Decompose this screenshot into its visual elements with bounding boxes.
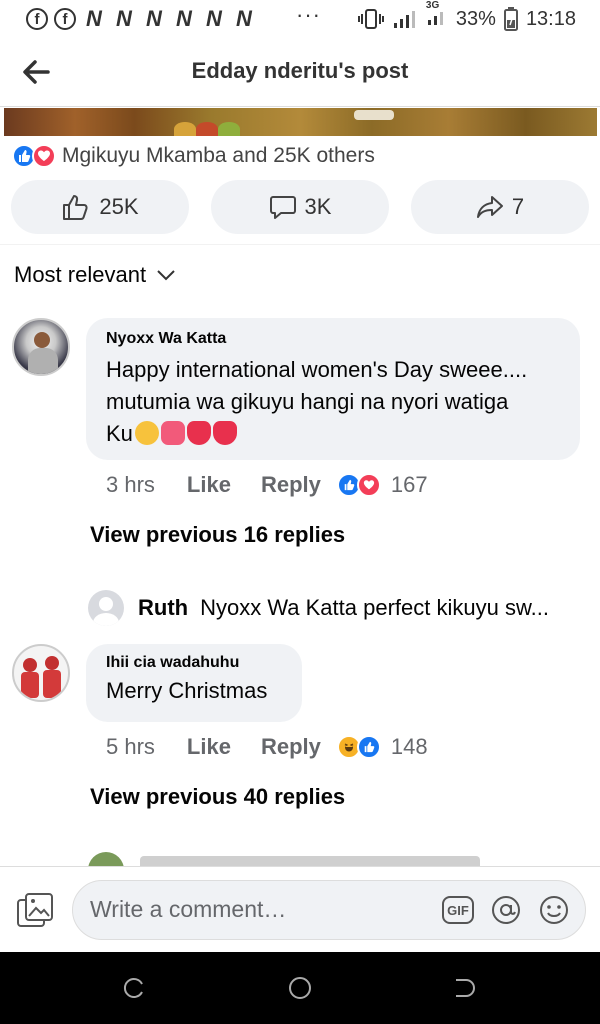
comment-bubble[interactable]: Ihii cia wadahuhu Merry Christmas bbox=[86, 644, 302, 722]
comment-reaction-count: 148 bbox=[390, 734, 428, 759]
two-hearts-emoji-icon bbox=[212, 421, 237, 445]
netflix-notification-icon: N bbox=[206, 6, 222, 31]
netflix-notification-icon: N bbox=[86, 6, 102, 31]
rofl-emoji-icon bbox=[134, 421, 159, 445]
battery-percent: 33% bbox=[455, 7, 496, 30]
recent-apps-button[interactable] bbox=[122, 976, 146, 1005]
commenter-avatar[interactable] bbox=[12, 318, 70, 376]
netflix-notification-icon: N bbox=[116, 6, 132, 31]
comment-meta: 3 hrs Like Reply 167 bbox=[106, 472, 428, 498]
comment-text: Merry Christmas bbox=[106, 678, 268, 703]
comment-bubble-icon bbox=[269, 196, 296, 219]
two-hearts-emoji-icon bbox=[186, 421, 211, 445]
gif-button[interactable]: GIF bbox=[442, 896, 474, 924]
home-circle-icon bbox=[289, 977, 311, 999]
comment-bubble[interactable]: Nyoxx Wa Katta Happy international women… bbox=[86, 318, 580, 460]
header-divider bbox=[0, 106, 600, 107]
comment-meta: 5 hrs Like Reply 148 bbox=[106, 734, 428, 760]
love-reaction-icon bbox=[32, 144, 56, 168]
chevron-down-icon bbox=[157, 270, 175, 281]
thumbs-up-icon bbox=[63, 195, 89, 220]
gallery-icon bbox=[17, 893, 53, 927]
netflix-notification-icon: N bbox=[176, 6, 192, 31]
comment-like-button[interactable]: Like bbox=[187, 472, 231, 498]
comment-reaction-count: 167 bbox=[390, 472, 428, 497]
gif-label: GIF bbox=[447, 902, 469, 918]
share-count: 7 bbox=[511, 194, 525, 219]
comment-input-placeholder: Write a comment… bbox=[90, 896, 287, 922]
commenter-avatar[interactable] bbox=[12, 644, 70, 702]
comment-text-fragment: Ku bbox=[106, 421, 133, 446]
comment-text-line: Ku bbox=[106, 418, 560, 450]
clock: 13:18 bbox=[525, 7, 576, 30]
photo-picker-button[interactable] bbox=[16, 892, 54, 933]
heart-gift-emoji-icon bbox=[160, 421, 185, 445]
partial-comment-text bbox=[140, 856, 500, 866]
reactions-summary[interactable]: Mgikuyu Mkamba and 25K others bbox=[12, 144, 375, 168]
comment-author[interactable]: Ihii cia wadahuhu bbox=[106, 654, 282, 672]
comment-text-line: mutumia wa gikuyu hangi na nyori watiga bbox=[106, 389, 509, 414]
mobile-data-icon: 3G bbox=[426, 0, 448, 32]
reply-author: Ruth bbox=[138, 595, 189, 620]
page-title: Edday nderitu's post bbox=[191, 58, 409, 83]
comment-time: 5 hrs bbox=[106, 734, 155, 759]
smiley-icon bbox=[540, 896, 568, 924]
comment-reactions[interactable] bbox=[336, 735, 381, 759]
reply-text: Nyoxx Wa Katta perfect kikuyu sw... bbox=[200, 595, 549, 620]
share-button[interactable]: 7 bbox=[411, 180, 589, 234]
reply-preview[interactable]: Ruth Nyoxx Wa Katta perfect kikuyu sw... bbox=[138, 595, 549, 621]
partial-comment-avatar bbox=[88, 852, 124, 866]
comment-text-line: Happy international women's Day sweee...… bbox=[106, 357, 528, 382]
comment-text: Happy international women's Day sweee...… bbox=[106, 354, 560, 450]
netflix-notification-icon: N bbox=[146, 6, 162, 31]
back-nav-button[interactable] bbox=[452, 976, 476, 1005]
image-detail bbox=[218, 122, 240, 136]
image-detail bbox=[354, 110, 394, 120]
comment-reply-button[interactable]: Reply bbox=[261, 472, 321, 498]
like-reaction-icon bbox=[356, 735, 381, 759]
reply-avatar[interactable] bbox=[88, 590, 124, 626]
home-button[interactable] bbox=[288, 976, 312, 1005]
facebook-notification-icon: f bbox=[54, 8, 76, 30]
comment-count: 3K bbox=[304, 194, 332, 219]
comment-time: 3 hrs bbox=[106, 472, 155, 497]
composer-divider bbox=[0, 866, 600, 867]
comment-author[interactable]: Nyoxx Wa Katta bbox=[106, 330, 560, 348]
at-sign-icon bbox=[492, 896, 520, 924]
emoji-button[interactable] bbox=[538, 894, 570, 931]
more-notifications-icon: ··· bbox=[296, 2, 321, 27]
view-previous-replies-link[interactable]: View previous 40 replies bbox=[90, 784, 345, 810]
image-detail bbox=[174, 122, 196, 136]
comment-button[interactable]: 3K bbox=[211, 180, 389, 234]
divider bbox=[0, 244, 600, 245]
sort-label: Most relevant bbox=[14, 262, 147, 287]
system-navigation-bar bbox=[0, 952, 600, 1024]
mention-button[interactable] bbox=[490, 894, 522, 931]
like-count: 25K bbox=[99, 194, 139, 219]
post-image[interactable] bbox=[4, 108, 597, 136]
comment-reactions[interactable] bbox=[336, 473, 381, 497]
comment-like-button[interactable]: Like bbox=[187, 734, 231, 760]
network-type-label: 3G bbox=[425, 0, 440, 11]
nav-back-icon bbox=[456, 979, 475, 997]
netflix-notification-icon: N bbox=[236, 6, 252, 31]
comment-sort-dropdown[interactable]: Most relevant bbox=[14, 262, 176, 288]
signal-icon bbox=[393, 11, 415, 28]
image-detail bbox=[196, 122, 218, 136]
love-reaction-icon bbox=[356, 473, 381, 497]
recents-icon bbox=[123, 978, 143, 998]
status-bar: f f N N N N N N ··· 3G 33% 13:18 bbox=[0, 0, 600, 38]
system-status: 3G 33% 13:18 bbox=[357, 0, 576, 32]
battery-icon bbox=[503, 7, 518, 31]
view-previous-replies-link[interactable]: View previous 16 replies bbox=[90, 522, 345, 548]
share-arrow-icon bbox=[476, 196, 503, 218]
comment-reply-button[interactable]: Reply bbox=[261, 734, 321, 760]
reactions-summary-text: Mgikuyu Mkamba and 25K others bbox=[62, 144, 375, 167]
like-button[interactable]: 25K bbox=[11, 180, 189, 234]
vibrate-icon bbox=[357, 9, 384, 29]
notification-icons: f f N N N N N N bbox=[26, 6, 256, 32]
facebook-notification-icon: f bbox=[26, 8, 48, 30]
